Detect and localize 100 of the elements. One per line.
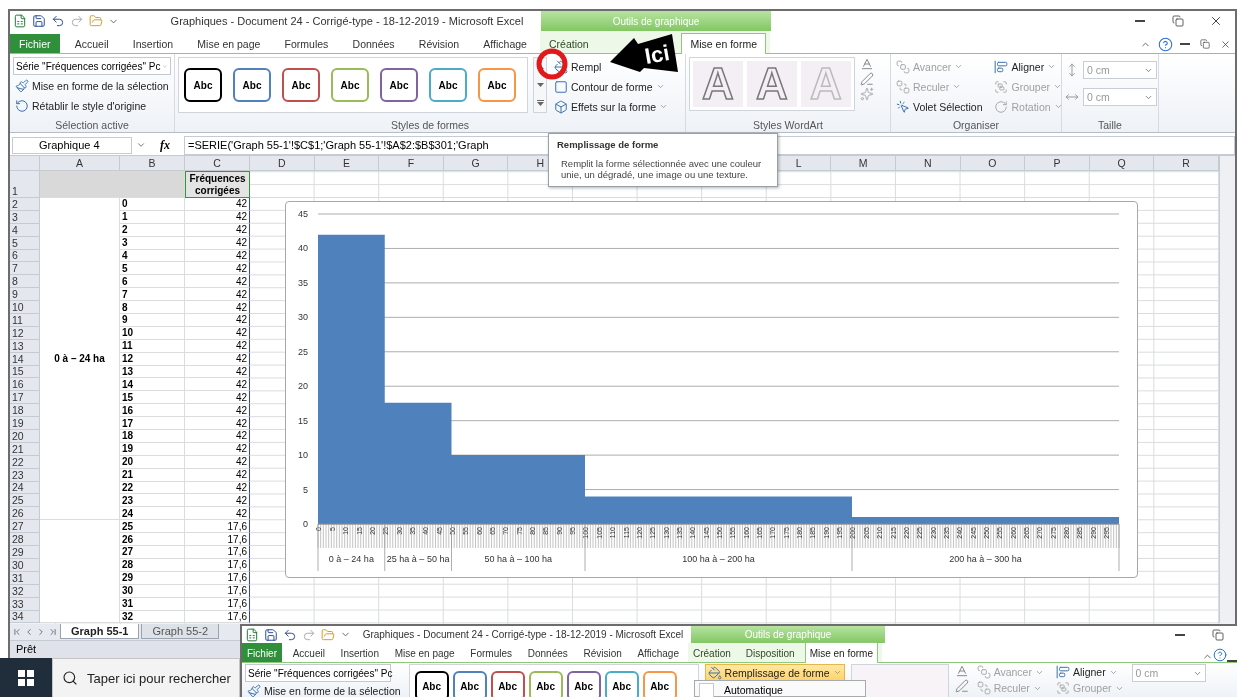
shape-style-swatch[interactable]: Abc [184,68,222,102]
ribbon-tab[interactable]: Création [540,34,598,53]
shape-style-swatch[interactable]: Abc [604,671,639,697]
column-header[interactable]: O [960,156,1026,171]
vertical-scrollbar[interactable] [1218,156,1235,624]
caret-icon[interactable] [136,140,146,150]
column-header[interactable]: Q [1089,156,1155,171]
ribbon-command[interactable]: Aligner [992,57,1065,76]
row-header[interactable]: 1 [10,171,40,198]
ribbon-command[interactable]: Effets sur la forme [552,97,670,116]
ribbon-tab[interactable]: Révision [578,643,627,662]
shape-style-swatch[interactable]: Abc [452,671,487,697]
row-header[interactable]: 25 [10,494,40,508]
row-header[interactable]: 2 [10,198,40,211]
row-header[interactable]: 20 [10,430,40,443]
column-header[interactable]: E [314,156,380,171]
selection-dropdown[interactable]: Série "Fréquences corrigées" Pc [13,57,171,75]
wordart-style-sample[interactable]: A [747,61,797,107]
column-header[interactable]: M [831,156,896,171]
sheet-tab[interactable]: Graph 55-2 [141,624,220,640]
ribbon-command[interactable]: Rétablir le style d'origine [13,96,149,115]
first-sheet-icon[interactable] [12,626,22,637]
row-header[interactable]: 27 [10,520,40,534]
row-header[interactable]: 18 [10,404,40,418]
function-label[interactable]: fx [150,137,180,153]
row-header[interactable]: 19 [10,417,40,431]
previous-sheet-icon[interactable] [24,626,34,637]
row-header[interactable]: 9 [10,288,40,302]
ribbon-tab[interactable]: Données [522,643,573,662]
last-sheet-icon[interactable] [48,626,58,637]
shape-style-swatch[interactable]: Abc [478,68,516,102]
ribbon-tab[interactable]: Mise en page [188,34,270,53]
shape-style-swatch[interactable]: Abc [331,68,369,102]
shape-style-swatch[interactable]: Abc [414,671,449,697]
column-header[interactable]: F [379,156,444,171]
shape-style-swatch[interactable]: Abc [282,68,320,102]
ribbon-tab[interactable]: Mise en forme [804,642,878,663]
shape-style-swatch[interactable]: Abc [566,671,601,697]
ribbon-tab[interactable]: Révision [409,34,469,53]
row-header[interactable]: 29 [10,546,40,559]
start-button[interactable] [0,657,52,697]
ribbon-tab[interactable]: Fichier [10,34,60,53]
row-header[interactable]: 8 [10,275,40,289]
ribbon-tab[interactable]: Disposition [740,643,800,662]
ribbon-tab[interactable]: Accueil [65,34,118,53]
column-header[interactable]: D [250,156,315,171]
save-icon[interactable] [264,627,278,642]
ribbon-tab[interactable]: Création [688,643,736,662]
ribbon-command[interactable]: Rempl [552,57,604,76]
selection-dropdown[interactable]: Série "Fréquences corrigées" Pc [245,664,391,682]
ribbon-command[interactable]: Mise en forme de la sélection [245,683,403,697]
undo-icon[interactable] [51,14,65,28]
help-icon[interactable] [1213,648,1227,662]
column-header[interactable]: B [120,156,185,171]
redo-icon[interactable] [302,627,316,642]
ribbon-tab[interactable]: Insertion [123,34,183,53]
shape-style-swatch[interactable]: Abc [233,68,271,102]
ribbon-command[interactable]: Aligner [1053,664,1126,680]
ribbon-tab[interactable]: Affichage [632,643,684,662]
row-header[interactable]: 7 [10,262,40,276]
row-header[interactable]: 28 [10,533,40,547]
ribbon-command[interactable]: Mise en forme de la sélection [13,76,171,95]
redo-icon[interactable] [70,14,84,28]
column-header[interactable]: A [40,156,120,171]
ribbon-tab[interactable]: Formules [465,643,518,662]
row-header[interactable]: 10 [10,301,40,314]
column-header[interactable]: N [895,156,961,171]
ribbon-tab[interactable]: Affichage [474,34,536,53]
folder-icon[interactable] [89,14,103,28]
column-header[interactable]: P [1025,156,1090,171]
ribbon-tab[interactable]: Données [343,34,404,53]
ribbon-tab[interactable]: Accueil [287,643,330,662]
ribbon-tab[interactable]: Mise en forme [681,33,766,54]
ribbon-tab[interactable]: Insertion [335,643,384,662]
column-header[interactable]: R [1154,156,1219,171]
ribbon-tab[interactable]: Fichier [242,643,282,662]
search-field[interactable]: Taper ici pour rechercher [52,657,240,697]
row-header[interactable]: 26 [10,507,40,521]
column-header[interactable]: G [443,156,509,171]
ribbon-tab[interactable]: Mise en page [389,643,460,662]
ribbon-tab[interactable]: Formules [275,34,338,53]
save-icon[interactable] [32,14,46,28]
undo-icon[interactable] [283,627,297,642]
shape-style-swatch[interactable]: Abc [429,68,467,102]
shape-style-swatch[interactable]: Abc [380,68,418,102]
sheet-tab[interactable]: Graph 55-1 [60,624,140,640]
row-header[interactable]: 17 [10,391,40,405]
column-header[interactable]: C [185,156,250,171]
menu-item[interactable]: Automatique [695,681,865,697]
next-sheet-icon[interactable] [36,626,46,637]
folder-icon[interactable] [321,627,335,642]
ribbon-command[interactable]: Volet Sélection [894,97,985,116]
name-box[interactable]: Graphique 4 [12,136,132,154]
shape-style-swatch[interactable]: Abc [528,671,563,697]
wordart-style-sample[interactable]: A [693,61,743,107]
ribbon-command[interactable]: Contour de forme [552,77,667,96]
shape-style-swatch[interactable]: Abc [642,671,677,697]
row-header[interactable]: 11 [10,314,40,327]
shape-style-swatch[interactable]: Abc [490,671,525,697]
row-header[interactable]: 16 [10,378,40,392]
